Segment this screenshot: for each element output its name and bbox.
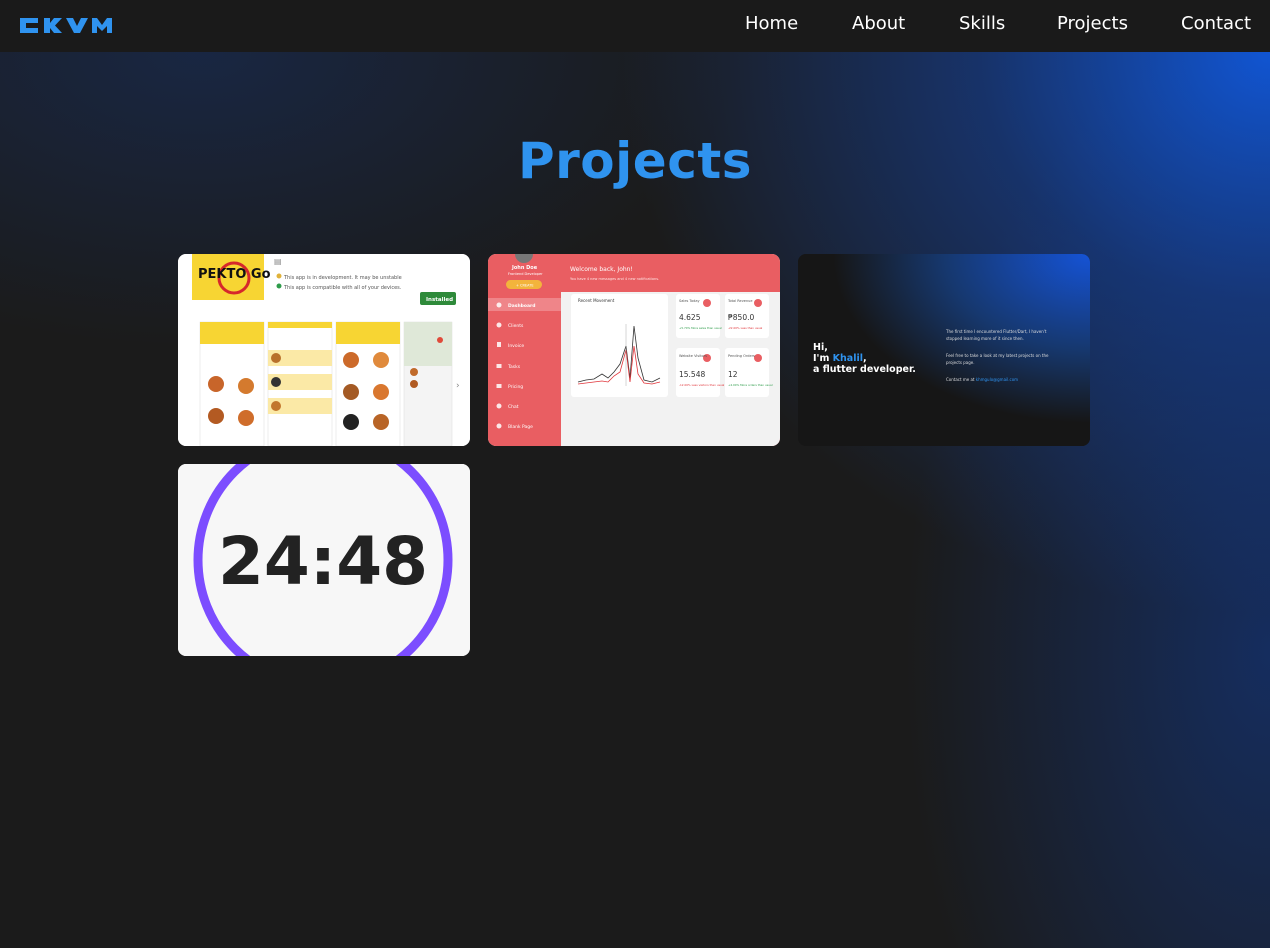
status-line-1: This app is in development. It may be un…: [283, 275, 402, 281]
nav-contact[interactable]: Contact: [1181, 13, 1251, 34]
hero-line-1: Hi,: [813, 342, 828, 353]
project-thumbnail: 24:48: [178, 464, 470, 656]
hero-contact-prefix: Contact me at: [946, 377, 976, 382]
stat-label: Sales Today: [679, 299, 700, 303]
user-name: John Doe: [511, 265, 538, 271]
nav-projects[interactable]: Projects: [1057, 13, 1128, 34]
timer-text: 24:48: [218, 523, 428, 600]
app-logo-text: PEKTO Go: [198, 267, 271, 282]
menu-tasks: Tasks: [507, 364, 521, 370]
project-thumbnail: John Doe Frontend Developer + CREATE Das…: [488, 254, 780, 446]
svg-text:›: ›: [456, 381, 460, 391]
hero-name: Khalil: [833, 353, 863, 364]
dashboard-greeting: Welcome back, John!: [570, 266, 633, 273]
project-card-timer[interactable]: 24:48: [178, 464, 470, 656]
navbar: Home About Skills Projects Contact: [0, 0, 1270, 52]
hero-body-2: stopped learning more of it since then.: [946, 336, 1024, 341]
stat-label: Website Visitors: [679, 354, 707, 358]
menu-blank-page: Blank Page: [508, 424, 533, 430]
menu-clients: Clients: [508, 323, 524, 329]
stat-label: Pending Orders: [728, 354, 755, 358]
hero-line-3: a flutter developer.: [813, 364, 916, 375]
stat-note: -22.00% Less than usual: [728, 326, 763, 330]
menu-pricing: Pricing: [508, 384, 523, 390]
menu-dashboard: Dashboard: [508, 303, 535, 309]
nav-about[interactable]: About: [852, 13, 905, 34]
svg-text:I'm Khalil,: I'm Khalil,: [813, 353, 867, 364]
svg-text:Contact me at khmgulo@gmail.co: Contact me at khmgulo@gmail.com: [946, 377, 1018, 382]
stat-label: Total Revenue: [727, 299, 753, 303]
project-thumbnail: PEKTO Go ▤ This app is in development. I…: [178, 254, 470, 446]
project-card-portfolio[interactable]: Hi, I'm Khalil, a flutter developer. The…: [798, 254, 1090, 446]
stat-note: +4.00% More orders than usual: [728, 383, 773, 387]
hero-line-2-suffix: ,: [863, 353, 867, 364]
app-screenshots: ›: [199, 321, 460, 446]
project-card-pekto-go[interactable]: PEKTO Go ▤ This app is in development. I…: [178, 254, 470, 446]
status-line-2: This app is compatible with all of your …: [283, 285, 402, 291]
menu-chat: Chat: [508, 404, 519, 410]
project-thumbnail: Hi, I'm Khalil, a flutter developer. The…: [798, 254, 1090, 446]
svg-text:▤: ▤: [274, 257, 282, 266]
user-role: Frontend Developer: [508, 272, 543, 276]
hero-body-1: The first time I encountered Flutter/Dar…: [945, 329, 1047, 334]
stat-value: 12: [728, 370, 738, 379]
nav-home[interactable]: Home: [745, 13, 798, 34]
stat-note: +5.70% More sales than usual: [679, 326, 722, 330]
dashboard-subgreeting: You have 4 new messages and 4 new notifi…: [570, 277, 659, 281]
stat-value: ₱850.0: [728, 313, 754, 322]
project-card-admin-dashboard[interactable]: John Doe Frontend Developer + CREATE Das…: [488, 254, 780, 446]
nav-links: Home About Skills Projects Contact: [0, 0, 1270, 52]
installed-label: Installed: [426, 297, 453, 303]
stat-note: -12.00% Less visitors than usual: [679, 383, 725, 387]
stat-value: 15.548: [679, 370, 705, 379]
nav-skills[interactable]: Skills: [959, 13, 1005, 34]
svg-text:+ CREATE: + CREATE: [516, 284, 534, 288]
hero-line-2-prefix: I'm: [813, 353, 833, 364]
menu-invoice: Invoice: [508, 343, 524, 349]
page-title: Projects: [517, 132, 752, 190]
hero-body-3: Feel free to take a look at my latest pr…: [946, 353, 1049, 358]
hero-contact-email: khmgulo@gmail.com: [976, 377, 1018, 382]
hero-body-4: projects page.: [946, 360, 975, 365]
stat-value: 4.625: [679, 313, 701, 322]
chart-title: Recent Movement: [578, 298, 615, 303]
